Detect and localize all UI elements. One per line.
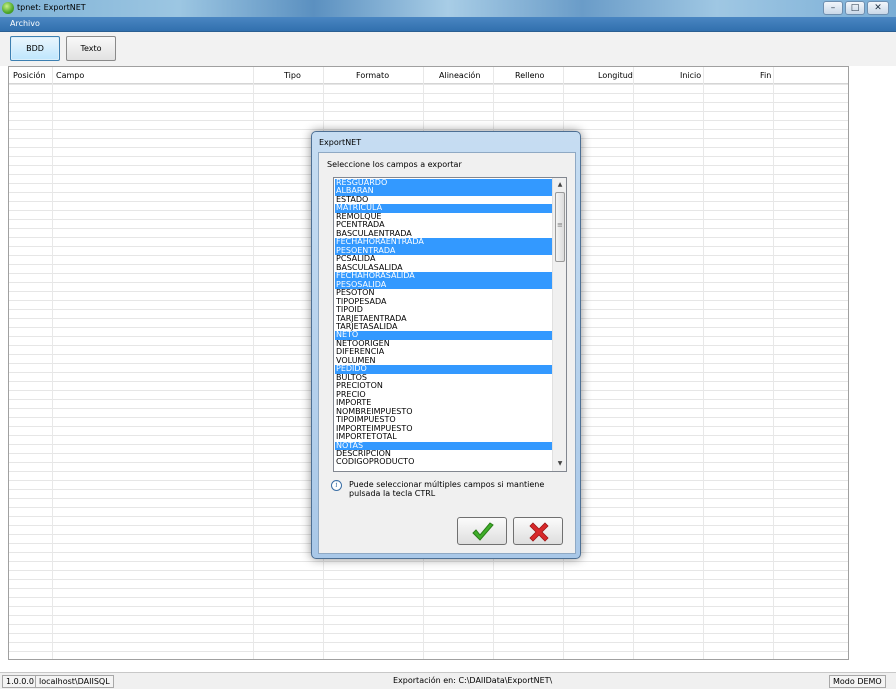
menu-bar: Archivo	[0, 17, 896, 32]
maximize-icon: □	[850, 3, 860, 13]
close-button[interactable]: ✕	[867, 1, 889, 15]
list-item[interactable]: REMOLQUE	[335, 213, 552, 221]
title-bar: tpnet: ExportNET – □ ✕	[0, 0, 896, 17]
minimize-icon: –	[830, 3, 836, 13]
col-campo[interactable]: Campo	[56, 71, 84, 80]
texto-button[interactable]: Texto	[66, 36, 116, 61]
x-icon	[529, 522, 549, 542]
status-bar: 1.0.0.0 localhost\DAIISQL Exportación en…	[0, 672, 896, 689]
list-item[interactable]: NETO	[335, 331, 552, 340]
list-item[interactable]: PRECIOTON	[335, 382, 552, 390]
ok-button[interactable]	[457, 517, 507, 545]
list-item[interactable]: TIPOPESADA	[335, 298, 552, 306]
dialog-body: Seleccione los campos a exportar RESGUAR…	[318, 152, 576, 554]
list-item[interactable]: PESOSALIDA	[335, 280, 552, 290]
grid-divider	[633, 67, 634, 659]
list-item[interactable]: DIFERENCIA	[335, 348, 552, 356]
menu-archivo[interactable]: Archivo	[10, 19, 40, 28]
chevron-down-icon: ▼	[557, 460, 563, 467]
list-item[interactable]: ESTADO	[335, 196, 552, 204]
list-item[interactable]: NOTAS	[335, 441, 552, 450]
list-item[interactable]: DESCRIPCION	[335, 450, 552, 458]
col-posicion[interactable]: Posición	[13, 71, 45, 80]
list-item[interactable]: VOLUMEN	[335, 357, 552, 365]
list-item[interactable]: NOMBREIMPUESTO	[335, 408, 552, 416]
grid-divider	[52, 67, 53, 659]
fields-list: RESGUARDO ALBARAN ESTADO MATRICULA REMOLQUE P…	[335, 179, 552, 467]
grid-header: Posición Campo Tipo Formato Alineación R…	[9, 67, 848, 84]
status-version: 1.0.0.0	[2, 675, 38, 688]
close-icon: ✕	[874, 3, 882, 13]
list-item[interactable]: MATRICULA	[335, 204, 552, 213]
col-alineacion[interactable]: Alineación	[439, 71, 480, 80]
col-formato[interactable]: Formato	[356, 71, 389, 80]
list-item[interactable]: BASCULAENTRADA	[335, 230, 552, 238]
status-server: localhost\DAIISQL	[35, 675, 114, 688]
minimize-button[interactable]: –	[823, 1, 843, 15]
list-item[interactable]: PCSALIDA	[335, 255, 552, 263]
col-inicio[interactable]: Inicio	[680, 71, 701, 80]
info-text: Puede seleccionar múltiples campos si ma…	[349, 480, 545, 498]
toolbar: BDD Texto	[0, 32, 896, 66]
grid-divider	[253, 67, 254, 659]
list-item[interactable]: PESOENTRADA	[335, 246, 552, 256]
list-item[interactable]: PCENTRADA	[335, 221, 552, 229]
scroll-thumb[interactable]	[555, 192, 565, 262]
list-item[interactable]: RESGUARDO	[335, 179, 552, 188]
list-item[interactable]: TIPOIMPUESTO	[335, 416, 552, 424]
list-item[interactable]: CODIGOPRODUCTO	[335, 458, 552, 466]
list-item[interactable]: NETOORIGEN	[335, 340, 552, 348]
list-item[interactable]: TARJETASALIDA	[335, 323, 552, 331]
export-dialog: ExportNET Seleccione los campos a export…	[311, 131, 581, 559]
info-icon: i	[331, 480, 342, 491]
grid-divider	[773, 67, 774, 659]
dialog-title: ExportNET	[319, 138, 362, 147]
list-item[interactable]: TARJETAENTRADA	[335, 315, 552, 323]
list-item[interactable]: ALBARAN	[335, 187, 552, 196]
list-item[interactable]: IMPORTEIMPUESTO	[335, 425, 552, 433]
dialog-prompt: Seleccione los campos a exportar	[327, 160, 462, 169]
list-item[interactable]: PEDIDO	[335, 365, 552, 374]
scroll-down-button[interactable]: ▼	[554, 458, 566, 470]
list-item[interactable]: FECHAHORAENTRADA	[335, 238, 552, 247]
col-fin[interactable]: Fin	[760, 71, 771, 80]
maximize-button[interactable]: □	[845, 1, 865, 15]
list-scrollbar[interactable]: ▲ ▼	[552, 178, 566, 471]
col-longitud[interactable]: Longitud	[598, 71, 633, 80]
list-item[interactable]: TIPOID	[335, 306, 552, 314]
chevron-up-icon: ▲	[557, 181, 563, 188]
status-mode: Modo DEMO	[829, 675, 886, 688]
list-item[interactable]: PRECIO	[335, 391, 552, 399]
list-item[interactable]: BULTOS	[335, 374, 552, 382]
list-item[interactable]: BASCULASALIDA	[335, 264, 552, 272]
col-tipo[interactable]: Tipo	[284, 71, 301, 80]
check-icon	[472, 522, 494, 541]
bdd-button[interactable]: BDD	[10, 36, 60, 61]
list-item[interactable]: FECHAHORASALIDA	[335, 272, 552, 281]
col-relleno[interactable]: Relleno	[515, 71, 544, 80]
window-title: tpnet: ExportNET	[17, 3, 86, 12]
fields-listbox[interactable]: RESGUARDO ALBARAN ESTADO MATRICULA REMOLQUE P…	[333, 177, 567, 472]
cancel-button[interactable]	[513, 517, 563, 545]
grid-divider	[703, 67, 704, 659]
list-item[interactable]: IMPORTETOTAL	[335, 433, 552, 441]
list-item[interactable]: PESOTON	[335, 289, 552, 297]
status-export-path: Exportación en: C:\DAIIData\ExportNET\	[393, 676, 553, 685]
scroll-up-button[interactable]: ▲	[554, 179, 566, 191]
list-item[interactable]: IMPORTE	[335, 399, 552, 407]
app-icon	[2, 2, 14, 14]
